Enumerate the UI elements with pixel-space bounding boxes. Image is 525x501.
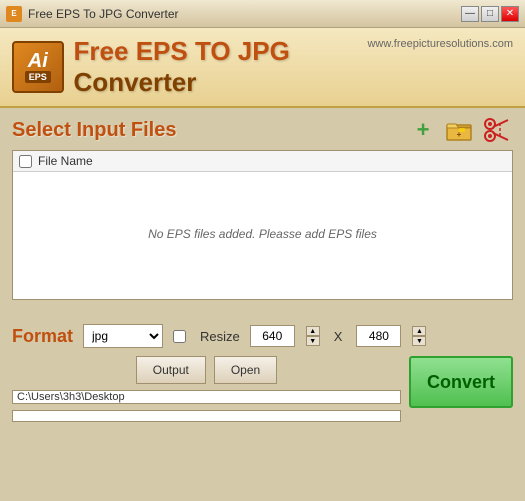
height-spin-down[interactable]: ▼ [412,336,426,346]
website-url: www.freepicturesolutions.com [367,36,513,50]
delete-icon [482,116,512,144]
select-row: Select Input Files + + [12,116,513,144]
output-left: Output Open [12,356,401,422]
select-label: Select Input Files [12,119,176,142]
bottom-controls: Format jpg png bmp tiff Resize ▲ ▼ X ▲ ▼… [0,318,525,428]
file-list-empty-message: No EPS files added. Pleasse add EPS file… [13,172,512,296]
height-spin-up[interactable]: ▲ [412,326,426,336]
header-title: Free EPS TO JPG Converter [74,36,368,98]
x-separator: X [334,329,343,344]
open-button[interactable]: Open [214,356,277,384]
progress-bar-container [12,410,401,422]
logo-ai-text: Ai [28,51,48,71]
format-row: Format jpg png bmp tiff Resize ▲ ▼ X ▲ ▼ [12,324,513,348]
filename-column-header: File Name [38,154,93,168]
resize-label: Resize [200,329,240,344]
title-converter: Converter [74,67,197,97]
resize-checkbox[interactable] [173,330,186,343]
format-label: Format [12,326,73,347]
output-convert-row: Output Open Convert [12,356,513,422]
logo-eps-text: EPS [25,71,51,83]
select-all-checkbox[interactable] [19,155,32,168]
title-bar-controls: — □ ✕ [461,6,519,22]
add-folder-button[interactable]: + [443,116,475,144]
output-path-input[interactable] [12,390,401,404]
minimize-button[interactable]: — [461,6,479,22]
resize-width-input[interactable] [250,325,295,347]
format-select[interactable]: jpg png bmp tiff [83,324,163,348]
output-button[interactable]: Output [136,356,206,384]
header-left: Ai EPS Free EPS TO JPG Converter [12,36,367,98]
svg-text:+: + [457,130,462,139]
width-spin-down[interactable]: ▼ [306,336,320,346]
resize-width-spinner: ▲ ▼ [306,326,320,346]
app-icon: E [6,6,22,22]
title-eps: EPS [136,36,195,66]
title-to: TO [195,36,238,66]
logo: Ai EPS [12,41,64,93]
convert-button[interactable]: Convert [409,356,513,408]
delete-files-button[interactable] [481,116,513,144]
maximize-button[interactable]: □ [481,6,499,22]
mid-buttons: Output Open [12,356,401,384]
file-list: File Name No EPS files added. Pleasse ad… [12,150,513,300]
window-title: Free EPS To JPG Converter [28,7,179,21]
resize-height-input[interactable] [356,325,401,347]
title-bar-left: E Free EPS To JPG Converter [6,6,179,22]
title-jpg: JPG [238,36,290,66]
header: Ai EPS Free EPS TO JPG Converter www.fre… [0,28,525,108]
select-icons: + + [409,116,513,144]
add-file-button[interactable]: + [409,116,437,144]
title-bar: E Free EPS To JPG Converter — □ ✕ [0,0,525,28]
file-list-header: File Name [13,151,512,172]
resize-height-spinner: ▲ ▼ [412,326,426,346]
close-button[interactable]: ✕ [501,6,519,22]
title-free: Free [74,36,136,66]
width-spin-up[interactable]: ▲ [306,326,320,336]
main-content: Select Input Files + + [0,108,525,318]
folder-icon: + [445,118,473,142]
